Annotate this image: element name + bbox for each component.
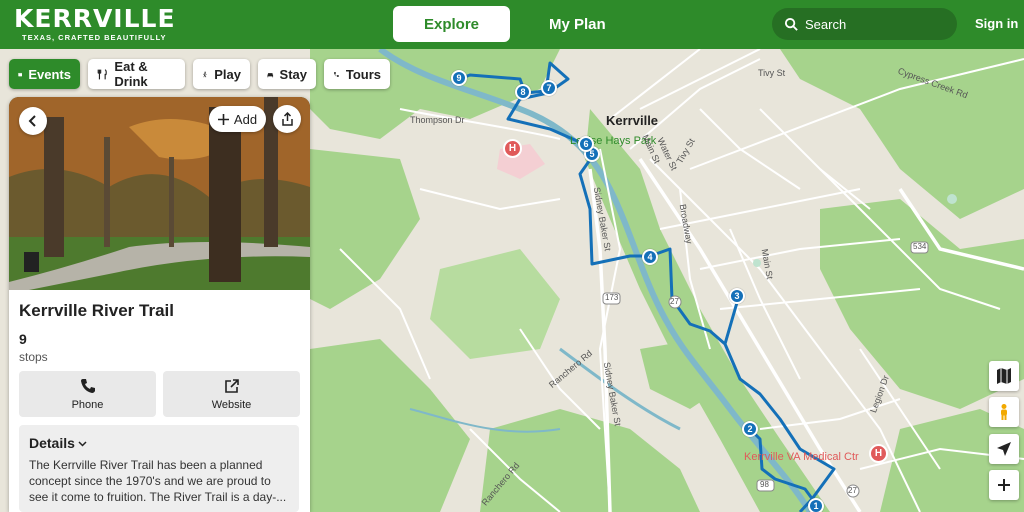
calendar-icon (18, 72, 23, 76)
route-marker-3[interactable]: 3 (729, 288, 745, 304)
logo-wordmark: KERRVILLE (14, 4, 176, 33)
hospital-icon[interactable]: H (503, 139, 522, 158)
hiker-icon (203, 71, 207, 77)
details-heading: Details (29, 435, 75, 451)
add-button[interactable]: Add (209, 106, 266, 132)
stops-count: 9 (19, 331, 27, 347)
phone-icon (80, 378, 95, 393)
chip-label: Tours (345, 66, 381, 82)
route-marker-6[interactable]: 6 (578, 136, 594, 152)
map-layers-button[interactable] (989, 361, 1019, 391)
navigation-arrow-icon (997, 442, 1011, 456)
hospital-icon[interactable]: H (869, 444, 888, 463)
chevron-down-icon (78, 440, 87, 447)
zoom-in-button[interactable] (989, 470, 1019, 500)
chip-stay[interactable]: Stay (258, 59, 316, 89)
city-label: Kerrville (606, 113, 659, 128)
chip-events[interactable]: Events (9, 59, 80, 89)
top-bar: KERRVILLE TEXAS, CRAFTED BEAUTIFULLY Exp… (0, 0, 1024, 49)
street-label: Thompson Dr (410, 115, 465, 125)
map-icon (997, 368, 1011, 384)
search-input[interactable]: Search (772, 8, 957, 40)
tab-explore[interactable]: Explore (393, 6, 510, 42)
add-label: Add (233, 111, 258, 127)
highway-shield: 27 (670, 297, 679, 306)
logo[interactable]: KERRVILLE TEXAS, CRAFTED BEAUTIFULLY (14, 4, 176, 43)
detail-panel: Add Kerrville River Trail 9 stops Phone … (9, 97, 310, 512)
chip-label: Stay (279, 66, 307, 82)
route-marker-2[interactable]: 2 (742, 421, 758, 437)
details-section: Details The Kerrville River Trail has be… (19, 425, 299, 512)
chip-play[interactable]: Play (193, 59, 250, 89)
street-label: Tivy St (758, 68, 786, 78)
plus-icon (217, 113, 229, 125)
chip-label: Events (28, 66, 71, 82)
route-marker-7[interactable]: 7 (541, 80, 557, 96)
locate-me-button[interactable] (989, 434, 1019, 464)
search-icon (784, 17, 798, 31)
chip-tours[interactable]: Tours (324, 59, 390, 89)
details-text: The Kerrville River Trail has been a pla… (29, 458, 287, 504)
logo-tagline: TEXAS, CRAFTED BEAUTIFULLY (22, 33, 167, 42)
phone-label: Phone (71, 398, 104, 411)
sign-in-link[interactable]: Sign in (975, 16, 1018, 31)
tours-icon (333, 71, 339, 77)
route-marker-1[interactable]: 1 (808, 498, 824, 512)
chip-label: Eat & Drink (114, 59, 148, 89)
highway-shield: 534 (913, 242, 927, 251)
share-icon (281, 112, 293, 126)
pegman-icon (1001, 404, 1007, 420)
chip-label: Play (214, 66, 241, 82)
highway-shield: 98 (760, 480, 769, 489)
share-button[interactable] (273, 105, 301, 133)
tab-my-plan[interactable]: My Plan (549, 6, 606, 42)
highway-shield: 27 (848, 486, 857, 495)
chip-eat-drink[interactable]: Eat & Drink (88, 59, 185, 89)
search-placeholder: Search (805, 16, 847, 32)
website-label: Website (211, 398, 252, 411)
fork-knife-icon (97, 68, 107, 79)
chevron-left-icon (28, 115, 36, 127)
route-marker-4[interactable]: 4 (642, 249, 658, 265)
bed-icon (267, 72, 274, 77)
details-toggle[interactable]: Details (29, 435, 289, 451)
route-marker-8[interactable]: 8 (515, 84, 531, 100)
website-button[interactable]: Website (163, 371, 300, 417)
highway-shield: 173 (605, 293, 619, 302)
trail-photo (9, 97, 310, 290)
stops-label: stops (19, 350, 48, 364)
route-marker-9[interactable]: 9 (451, 70, 467, 86)
phone-button[interactable]: Phone (19, 371, 156, 417)
street-view-button[interactable] (989, 397, 1019, 427)
external-link-icon (224, 378, 239, 393)
plus-icon (998, 479, 1010, 491)
place-title: Kerrville River Trail (19, 301, 174, 320)
back-button[interactable] (19, 107, 47, 135)
hospital-label: Kerrville VA Medical Ctr (744, 451, 859, 463)
